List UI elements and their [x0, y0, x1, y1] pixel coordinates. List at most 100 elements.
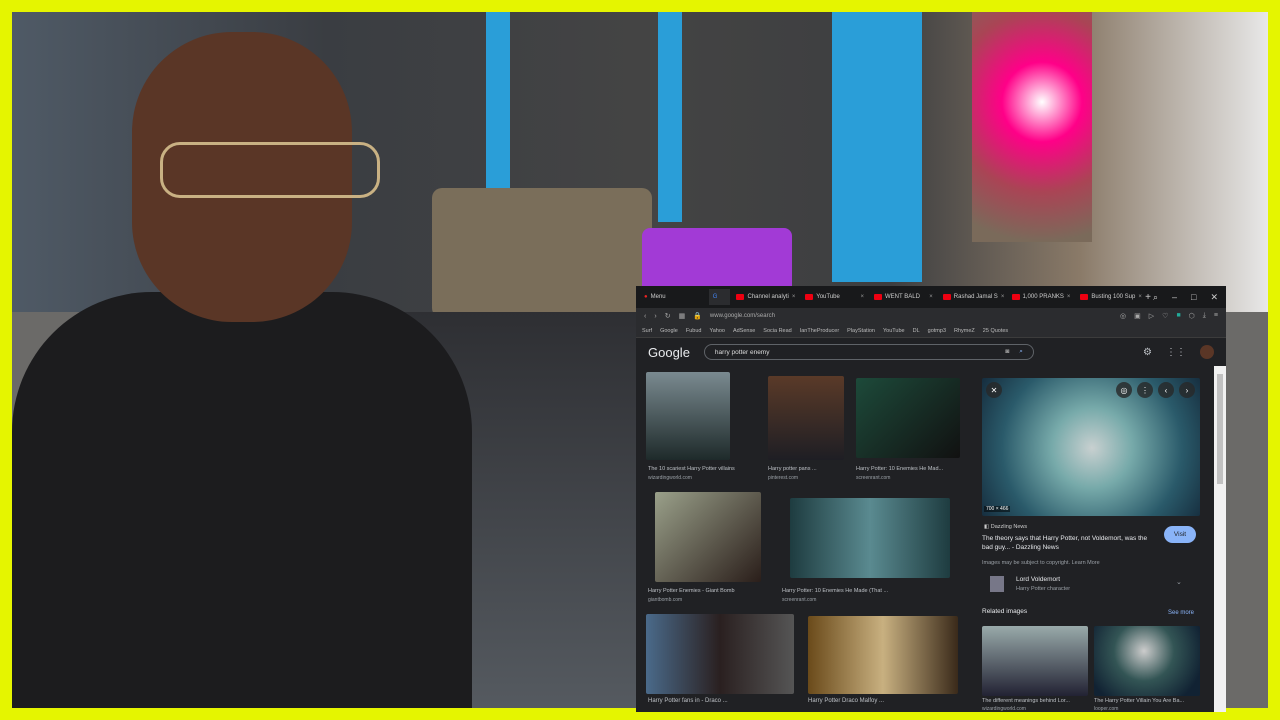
scrollbar-thumb[interactable]	[1217, 374, 1223, 484]
more-icon[interactable]: ⋮	[1137, 382, 1153, 398]
close-icon[interactable]: ×	[861, 294, 865, 300]
url-field[interactable]: www.google.com/search	[710, 313, 775, 319]
pink-light	[972, 12, 1092, 242]
snapshot-icon[interactable]: ▣	[1134, 312, 1141, 320]
tab[interactable]: Busting 100 Sup ×	[1076, 289, 1143, 305]
address-bar: ‹ › ↻ ▦ 🔒 www.google.com/search ◎ ▣ ▷ ♡ ■ ⬡ ⤓ ≡	[636, 308, 1226, 324]
related-image[interactable]	[982, 626, 1088, 696]
person-shirt	[12, 292, 472, 708]
bookmark[interactable]: Fubud	[686, 328, 702, 334]
tab[interactable]: 1,000 PRANKS ×	[1008, 289, 1075, 305]
related-source: looper.com	[1094, 706, 1119, 712]
close-icon[interactable]: ✕	[986, 382, 1002, 398]
google-header: Google harry potter enemy ◙ ⌕ ⚙ ⋮⋮	[636, 338, 1226, 366]
image-size: 700 × 466	[984, 506, 1011, 512]
cube-icon[interactable]: ⬡	[1189, 312, 1195, 320]
new-tab-icon[interactable]: +	[1145, 292, 1151, 303]
result-title[interactable]: Harry Potter: 10 Enemies He Mad...	[856, 466, 943, 472]
back-icon[interactable]: ‹	[644, 313, 646, 320]
bookmark[interactable]: Surf	[642, 328, 652, 334]
visit-button[interactable]: Visit	[1164, 526, 1196, 543]
result-source: giantbomb.com	[648, 597, 683, 603]
close-icon[interactable]: ×	[792, 294, 796, 300]
search-icon[interactable]: ⌕	[1019, 348, 1023, 356]
extension-icon[interactable]: ■	[1176, 312, 1180, 320]
tab-google[interactable]: G	[708, 289, 731, 305]
minimize-icon[interactable]: –	[1172, 292, 1177, 303]
reload-icon[interactable]: ↻	[665, 312, 671, 320]
play-icon[interactable]: ▷	[1149, 312, 1154, 320]
next-icon[interactable]: ›	[1179, 382, 1195, 398]
bookmark[interactable]: Google	[660, 328, 678, 334]
prev-icon[interactable]: ‹	[1158, 382, 1174, 398]
bookmark[interactable]: DL	[913, 328, 920, 334]
result-title[interactable]: Harry Potter fans in - Draco ...	[648, 698, 728, 705]
avatar[interactable]	[1200, 345, 1214, 359]
entity-name[interactable]: Lord Voldemort	[1016, 576, 1060, 583]
search-query: harry potter enemy	[714, 348, 770, 356]
close-window-icon[interactable]: ✕	[1210, 292, 1218, 303]
result-title[interactable]: Harry Potter Enemies - Giant Bomb	[648, 588, 735, 594]
close-icon[interactable]: ×	[1067, 294, 1071, 300]
tab-label: Busting 100 Sup	[1091, 294, 1136, 300]
menu-icon[interactable]: ≡	[1214, 312, 1218, 320]
bookmark[interactable]: gotmp3	[928, 328, 946, 334]
see-more-link[interactable]: See more	[1168, 610, 1194, 616]
close-icon[interactable]: ×	[1001, 294, 1005, 300]
entity-thumbnail	[990, 576, 1004, 592]
related-image[interactable]	[1094, 626, 1200, 696]
download-icon[interactable]: ⤓	[1203, 312, 1206, 320]
result-image[interactable]	[808, 616, 958, 694]
opera-menu[interactable]: ● Menu	[640, 289, 707, 305]
maximize-icon[interactable]: □	[1191, 292, 1196, 303]
tab-label: Rashad Jamal S	[953, 294, 998, 300]
preview-title[interactable]: The theory says that Harry Potter, not V…	[982, 534, 1152, 552]
heart-icon[interactable]: ♡	[1162, 312, 1168, 320]
close-icon[interactable]: ×	[1138, 294, 1142, 300]
search-icon[interactable]: ⌕	[1153, 292, 1158, 303]
related-title[interactable]: The different meanings behind Lor...	[982, 698, 1070, 704]
result-image[interactable]	[790, 498, 950, 578]
forward-icon[interactable]: ›	[654, 313, 656, 320]
result-image[interactable]	[646, 614, 794, 694]
result-image[interactable]	[768, 376, 844, 460]
close-icon[interactable]: ×	[929, 294, 933, 300]
tab[interactable]: Channel analyti ×	[732, 289, 799, 305]
chevron-down-icon[interactable]: ⌄	[1176, 578, 1182, 586]
result-title[interactable]: The 10 scariest Harry Potter villains	[648, 466, 735, 472]
result-title[interactable]: Harry Potter: 10 Enemies He Made (That .…	[782, 588, 888, 594]
camera-icon[interactable]: ◎	[1120, 312, 1126, 320]
bookmark[interactable]: AdSense	[733, 328, 755, 334]
gear-icon[interactable]: ⚙	[1143, 347, 1152, 358]
tab[interactable]: YouTube ×	[801, 289, 868, 305]
bookmark[interactable]: PlayStation	[847, 328, 875, 334]
blue-wall-panel	[832, 12, 922, 282]
preview-image[interactable]	[982, 378, 1200, 516]
related-title[interactable]: The Harry Potter Villain You Are Ba...	[1094, 698, 1184, 704]
image-preview-panel: ✕ ◎ ⋮ ‹ › 700 × 466 ◧ Dazzling News The …	[976, 372, 1212, 712]
result-title[interactable]: Harry Potter Draco Malfoy ...	[808, 698, 884, 705]
search-input[interactable]: harry potter enemy ◙ ⌕	[703, 344, 1034, 360]
bookmark[interactable]: Yahoo	[709, 328, 725, 334]
bookmark[interactable]: Socia Read	[763, 328, 791, 334]
google-logo[interactable]: Google	[648, 345, 690, 360]
tabs-grid-icon[interactable]: ▦	[679, 312, 686, 320]
copyright-notice[interactable]: Images may be subject to copyright. Lear…	[982, 560, 1100, 566]
tab[interactable]: WENT BALD ×	[870, 289, 937, 305]
bookmark[interactable]: YouTube	[883, 328, 905, 334]
tab[interactable]: Rashad Jamal S ×	[939, 289, 1006, 305]
opera-icon: ●	[644, 294, 648, 300]
result-image[interactable]	[655, 492, 761, 582]
result-title[interactable]: Harry potter pans ...	[768, 466, 817, 472]
bookmark[interactable]: IanTheProducer	[800, 328, 839, 334]
scrollbar[interactable]	[1214, 366, 1226, 712]
camera-search-icon[interactable]: ◙	[1005, 348, 1009, 356]
lens-icon[interactable]: ◎	[1116, 382, 1132, 398]
apps-grid-icon[interactable]: ⋮⋮	[1166, 347, 1186, 358]
result-image[interactable]	[646, 372, 730, 460]
result-source: screenrant.com	[856, 475, 891, 481]
result-image[interactable]	[856, 378, 960, 458]
bookmark[interactable]: 25 Quotes	[983, 328, 1008, 334]
tab-bar: ● Menu G Channel analyti × YouTube × WENT B…	[636, 286, 1226, 308]
bookmark[interactable]: RhymeZ	[954, 328, 975, 334]
